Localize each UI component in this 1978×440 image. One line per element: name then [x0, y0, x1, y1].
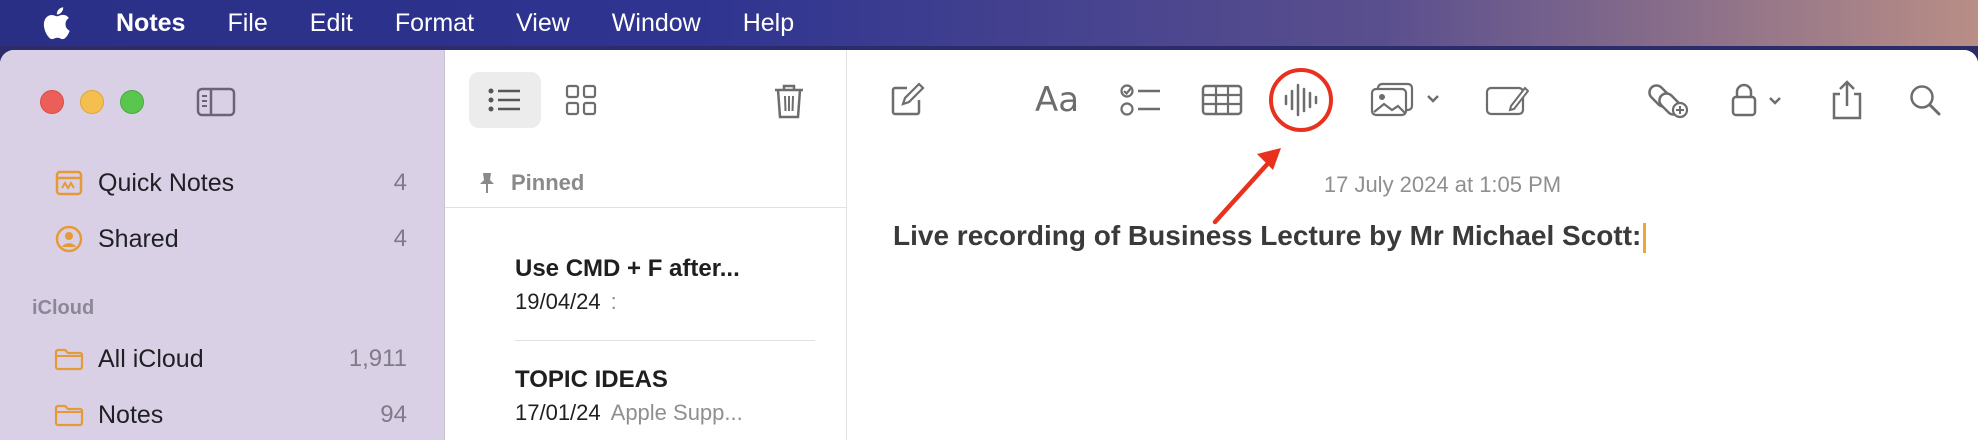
note-list-item[interactable]: TOPIC IDEAS 17/01/24 Apple Supp...: [515, 366, 815, 426]
note-title: Use CMD + F after...: [515, 255, 740, 282]
format-label: Aa: [1034, 80, 1080, 120]
menu-app-notes[interactable]: Notes: [116, 9, 185, 38]
folder-icon: [54, 400, 84, 430]
checklist-icon: [1120, 84, 1160, 116]
sidebar-item-count: 1,911: [348, 345, 407, 372]
format-button[interactable]: Aa: [1027, 72, 1087, 128]
grid-view-icon: [565, 84, 597, 116]
note-date: 17/01/24: [515, 400, 601, 425]
sidebar-item-count: 4: [393, 225, 407, 252]
menu-bar: Notes File Edit Format View Window Help: [0, 0, 1978, 46]
photo-icon: [1370, 82, 1439, 117]
compose-icon: [891, 82, 925, 116]
sidebar-folder-notes[interactable]: Notes 94: [0, 390, 445, 440]
menu-edit[interactable]: Edit: [310, 9, 353, 38]
search-button[interactable]: [1903, 72, 1947, 128]
share-button[interactable]: [1825, 72, 1869, 128]
new-note-button[interactable]: [883, 72, 931, 128]
search-icon: [1910, 85, 1941, 116]
delete-note-button[interactable]: [765, 76, 813, 126]
note-preview: Apple Supp...: [610, 400, 743, 425]
apple-logo-icon[interactable]: [36, 3, 76, 43]
collaborate-button[interactable]: [1643, 72, 1695, 128]
sidebar-item-quick-notes[interactable]: Quick Notes 4: [0, 158, 445, 208]
menu-format[interactable]: Format: [395, 9, 474, 38]
sidebar-item-shared[interactable]: Shared 4: [0, 214, 445, 264]
highlight-circle-annotation: [1269, 68, 1333, 132]
sidebar-item-label: All iCloud: [98, 344, 204, 373]
menu-file[interactable]: File: [227, 9, 267, 38]
sidebar-toggle-icon[interactable]: [196, 86, 236, 118]
pinned-label: Pinned: [511, 170, 585, 195]
share-icon: [1832, 80, 1862, 120]
markup-pen-icon: [1485, 86, 1529, 116]
menu-help[interactable]: Help: [743, 9, 794, 38]
divider: [515, 340, 815, 341]
quick-notes-icon: [54, 168, 84, 198]
list-view-button[interactable]: [469, 72, 541, 128]
divider: [445, 207, 847, 208]
note-timestamp: 17 July 2024 at 1:05 PM: [1323, 172, 1562, 197]
sidebar-folder-all-icloud[interactable]: All iCloud 1,911: [0, 334, 445, 384]
close-window-button[interactable]: [40, 90, 64, 114]
note-preview: :: [610, 289, 617, 314]
sidebar-item-count: 4: [393, 169, 407, 196]
sidebar-item-count: 94: [380, 401, 407, 428]
table-button[interactable]: [1197, 72, 1247, 128]
table-icon: [1201, 84, 1243, 116]
folder-icon: [54, 344, 84, 374]
checklist-button[interactable]: [1115, 72, 1167, 128]
markup-button[interactable]: [1483, 72, 1531, 128]
note-meta: 19/04/24:: [515, 289, 785, 315]
note-list: Pinned Use CMD + F after... 19/04/24: TO…: [445, 50, 847, 440]
sidebar-item-label: Notes: [98, 400, 164, 429]
menu-view[interactable]: View: [516, 9, 570, 38]
note-editor: Aa 17 July 2024 at 1:05 PM Live recordin…: [847, 50, 1978, 440]
menu-window[interactable]: Window: [612, 9, 701, 38]
collaborate-link-icon: [1648, 84, 1689, 119]
notes-window: Quick Notes 4 Shared 4 iCloud All iCloud…: [0, 50, 1978, 440]
text-caret: [1643, 222, 1647, 253]
gallery-view-button[interactable]: [545, 72, 617, 128]
media-button[interactable]: [1367, 72, 1447, 128]
note-date: 19/04/24: [515, 289, 601, 314]
trash-icon: [775, 84, 803, 119]
note-heading: Live recording of Business Lecture by Mr…: [893, 220, 1642, 251]
note-list-item[interactable]: Use CMD + F after... 19/04/24:: [515, 255, 815, 315]
shared-person-icon: [54, 224, 84, 254]
minimize-window-button[interactable]: [80, 90, 104, 114]
note-title: TOPIC IDEAS: [515, 366, 668, 393]
lock-icon: [1731, 83, 1781, 117]
sidebar-item-label: Quick Notes: [98, 168, 235, 197]
zoom-window-button[interactable]: [120, 90, 144, 114]
note-meta: 17/01/24 Apple Supp...: [515, 400, 785, 426]
note-body-text[interactable]: Live recording of Business Lecture by Mr…: [893, 220, 1647, 253]
pin-icon: [475, 171, 499, 195]
sidebar: Quick Notes 4 Shared 4 iCloud All iCloud…: [0, 50, 445, 440]
sidebar-item-label: Shared: [98, 224, 179, 253]
list-view-icon: [488, 88, 520, 112]
pinned-section-header: Pinned: [475, 170, 584, 196]
lock-note-button[interactable]: [1725, 72, 1791, 128]
sidebar-section-icloud: iCloud: [32, 297, 95, 319]
